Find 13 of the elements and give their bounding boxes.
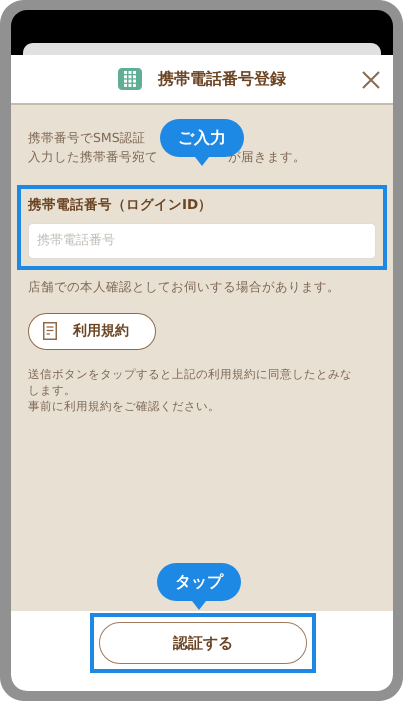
keypad-icon [118, 68, 142, 90]
intro-text: 携帯番号でSMS認証 [28, 130, 146, 145]
close-icon[interactable] [362, 71, 380, 89]
modal-title: 携帯電話番号登録 [158, 68, 286, 90]
agreement-text: 送信ボタンをタップすると上記の利用規約に同意したとみなします。 [28, 366, 353, 398]
intro-text: 入力した携帯番号宛て [28, 148, 158, 166]
phone-input[interactable]: 携帯電話番号 [28, 222, 376, 259]
agreement-text: 事前に利用規約をご確認ください。 [28, 398, 221, 414]
terms-button[interactable]: 利用規約 [28, 312, 156, 350]
field-label: 携帯電話番号（ログインID） [28, 196, 214, 214]
submit-button[interactable]: 認証する [99, 622, 307, 664]
document-icon [43, 322, 57, 340]
note-text: 店舗での本人確認としてお伺いする場合があります。 [28, 278, 341, 296]
